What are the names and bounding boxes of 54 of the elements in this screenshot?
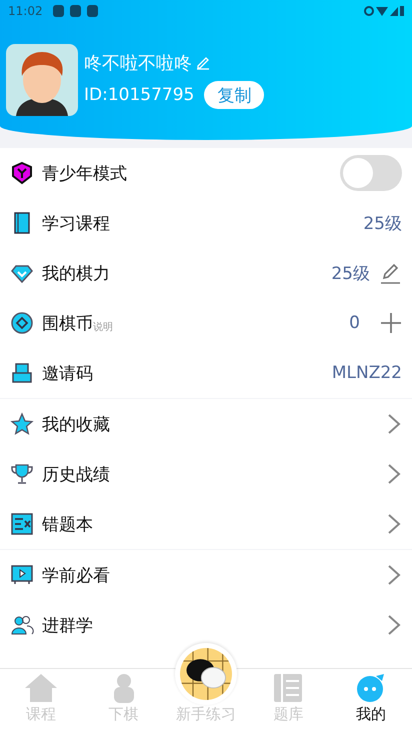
row-label: 历史战绩 <box>42 464 110 486</box>
coin-icon <box>10 311 34 335</box>
row-label: 错题本 <box>42 514 93 536</box>
menu-row[interactable]: 我的棋力 25级 <box>0 248 412 298</box>
menu-row[interactable]: 进群学 <box>0 600 412 650</box>
book-icon <box>273 673 304 703</box>
chevron-icon <box>386 513 402 535</box>
row-label: 进群学 <box>42 614 93 636</box>
edit-icon[interactable] <box>378 261 402 285</box>
tray-icon <box>10 361 34 385</box>
notification-icon <box>70 5 81 17</box>
star-icon <box>10 412 34 436</box>
home-icon <box>24 673 58 703</box>
row-label: 学前必看 <box>42 564 110 586</box>
value-text: 0 <box>349 313 360 333</box>
chevron-icon <box>386 463 402 485</box>
row-label: 围棋币 <box>42 312 93 334</box>
people-icon <box>10 613 34 637</box>
menu-row[interactable]: 青少年模式 <box>0 148 412 198</box>
menu-row[interactable]: 历史战绩 <box>0 449 412 499</box>
menu-row[interactable]: 学前必看 <box>0 550 412 600</box>
toggle-switch[interactable] <box>340 155 402 191</box>
status-time: 11:02 <box>8 4 43 18</box>
go-stones-icon <box>180 648 232 700</box>
practice-button[interactable] <box>175 643 238 705</box>
plus-icon[interactable] <box>380 312 402 334</box>
trophy-icon <box>10 462 34 486</box>
shield-icon <box>10 161 34 185</box>
menu-row[interactable]: 我的收藏 <box>0 399 412 449</box>
signal-icon <box>364 5 404 17</box>
menu-row[interactable]: 围棋币说明 0 <box>0 298 412 348</box>
value-text: MLNZ22 <box>332 363 402 383</box>
row-label: 我的收藏 <box>42 414 110 436</box>
notification-icon <box>52 5 64 17</box>
row-label: 邀请码 <box>42 362 93 384</box>
chevron-icon <box>386 413 402 435</box>
user-name: 咚不啦不啦咚 <box>84 52 192 75</box>
menu-row[interactable]: 邀请码 MLNZ22 <box>0 348 412 398</box>
menu-row[interactable]: 错题本 <box>0 499 412 549</box>
mascot-icon <box>356 673 386 703</box>
value-text: 25级 <box>331 262 370 284</box>
row-label: 学习课程 <box>42 212 110 234</box>
row-label: 青少年模式 <box>42 162 127 184</box>
value-text: 25级 <box>363 212 402 234</box>
menu-row[interactable]: 学习课程 25级 <box>0 198 412 248</box>
chevron-icon <box>386 564 402 586</box>
notification-icon <box>86 5 98 17</box>
screen-icon <box>10 563 34 587</box>
notebook-icon <box>10 512 34 536</box>
row-label: 我的棋力 <box>42 262 110 284</box>
user-id: ID:10157795 <box>84 85 194 105</box>
tab[interactable]: 我的 <box>356 705 386 724</box>
avatar[interactable] <box>6 44 78 116</box>
chevron-icon <box>386 614 402 636</box>
